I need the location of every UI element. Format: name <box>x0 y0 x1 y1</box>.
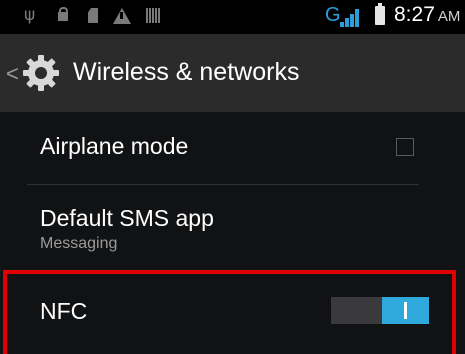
clock: 8:27 AM <box>394 3 460 27</box>
settings-screen: ψ G 8:27 AM < Wireless & networks Airpla… <box>0 0 465 354</box>
status-bar: ψ G 8:27 AM <box>0 0 465 34</box>
signal-icon <box>340 9 362 27</box>
clock-ampm: AM <box>437 8 461 25</box>
back-chevron-icon[interactable]: < <box>6 61 19 87</box>
airplane-mode-checkbox[interactable] <box>396 138 414 156</box>
page-title: Wireless & networks <box>73 58 300 86</box>
action-bar[interactable]: < Wireless & networks <box>0 34 465 112</box>
battery-icon <box>375 3 385 25</box>
default-sms-title: Default SMS app <box>40 205 214 231</box>
sd-card-icon <box>88 8 98 23</box>
airplane-mode-title: Airplane mode <box>40 133 189 159</box>
barcode-icon <box>146 8 160 23</box>
default-sms-summary: Messaging <box>40 235 118 252</box>
warning-icon <box>113 8 131 24</box>
default-sms-row[interactable]: Default SMS app Messaging <box>0 185 465 267</box>
nfc-toggle[interactable] <box>331 297 429 324</box>
usb-icon: ψ <box>24 5 36 25</box>
clock-time: 8:27 <box>394 3 435 26</box>
gear-icon[interactable] <box>21 53 61 93</box>
nfc-toggle-thumb[interactable] <box>382 297 429 324</box>
network-type-label: G <box>325 4 341 26</box>
nfc-title: NFC <box>40 298 88 324</box>
lock-icon <box>58 7 68 22</box>
toggle-on-mark <box>404 302 407 319</box>
